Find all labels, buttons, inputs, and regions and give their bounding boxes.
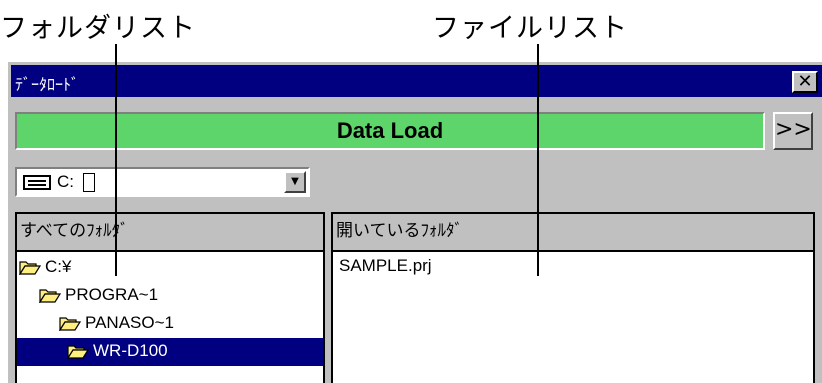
file-list-leader bbox=[537, 44, 539, 276]
file-pane-header: 開いているﾌｫﾙﾀﾞ bbox=[333, 214, 813, 250]
window-title: ﾃﾞｰﾀﾛｰﾄﾞ bbox=[15, 75, 80, 94]
tree-item-label: C:¥ bbox=[45, 257, 72, 276]
file-item[interactable]: SAMPLE.prj bbox=[339, 254, 432, 278]
chevron-down-icon: ▼ bbox=[291, 176, 299, 187]
file-list-pane: 開いているﾌｫﾙﾀﾞ SAMPLE.prj bbox=[331, 212, 815, 383]
tree-item-label: PANASO~1 bbox=[85, 313, 174, 332]
tree-item-wr-d100[interactable]: WR-D100 bbox=[17, 338, 323, 366]
data-load-banner: Data Load bbox=[15, 112, 765, 150]
title-bar: ﾃﾞｰﾀﾛｰﾄﾞ ✕ bbox=[11, 65, 822, 97]
open-folder-icon bbox=[19, 260, 41, 275]
dropdown-button[interactable]: ▼ bbox=[284, 171, 306, 193]
folder-list-leader bbox=[115, 44, 117, 276]
file-list-callout: ファイルリスト bbox=[432, 13, 628, 44]
next-button[interactable]: >> bbox=[773, 112, 813, 150]
folder-list-callout: フォルダリスト bbox=[0, 13, 196, 44]
close-icon: ✕ bbox=[797, 71, 813, 92]
folder-pane-header: すべてのﾌｫﾙﾀﾞ bbox=[17, 214, 323, 250]
open-folder-icon bbox=[67, 344, 89, 359]
close-button[interactable]: ✕ bbox=[792, 71, 818, 93]
drive-label: C: bbox=[57, 172, 74, 191]
tree-item-label: PROGRA~1 bbox=[65, 285, 159, 304]
open-folder-icon bbox=[59, 316, 81, 331]
drive-volume-box bbox=[83, 173, 95, 192]
drive-select[interactable]: C: ▼ bbox=[15, 167, 310, 197]
tree-item-progra[interactable]: PROGRA~1 bbox=[39, 282, 158, 310]
tree-item-root[interactable]: C:¥ bbox=[19, 254, 71, 282]
drive-icon bbox=[23, 175, 51, 190]
open-folder-icon bbox=[39, 288, 61, 303]
tree-item-panaso[interactable]: PANASO~1 bbox=[59, 310, 174, 338]
folder-list-pane: すべてのﾌｫﾙﾀﾞ C:¥ PROGRA~1 PANASO~1 WR-D100 bbox=[15, 212, 325, 383]
tree-item-label: WR-D100 bbox=[93, 341, 168, 360]
data-load-window: ﾃﾞｰﾀﾛｰﾄﾞ ✕ Data Load >> C: ▼ すべてのﾌｫﾙﾀﾞ C… bbox=[8, 62, 822, 383]
file-list[interactable]: SAMPLE.prj bbox=[333, 250, 813, 383]
folder-tree[interactable]: C:¥ PROGRA~1 PANASO~1 WR-D100 bbox=[17, 250, 323, 383]
